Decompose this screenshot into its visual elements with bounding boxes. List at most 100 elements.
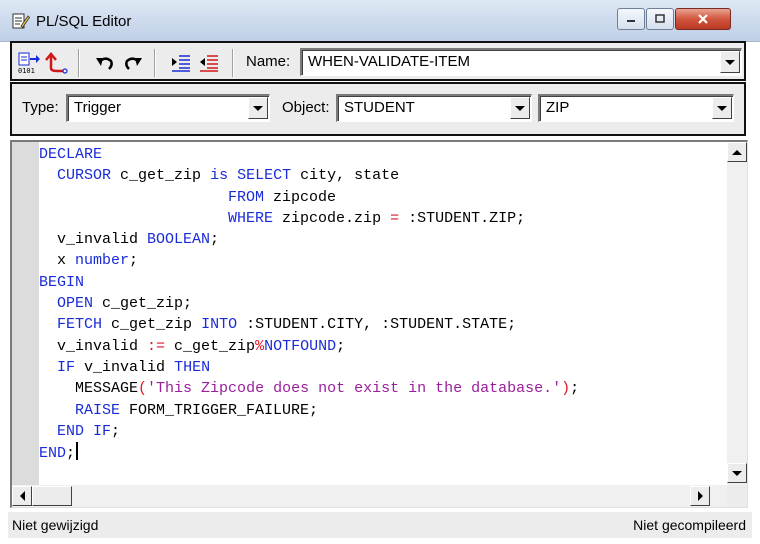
code-line[interactable]: CURSOR c_get_zip is SELECT city, state (39, 165, 727, 186)
title-bar[interactable]: PL/SQL Editor (0, 0, 760, 42)
modified-status: Niet gewijzigd (12, 517, 99, 533)
redo-button[interactable] (120, 51, 146, 75)
code-operator: ) (561, 380, 571, 398)
code-line[interactable]: FROM zipcode (39, 187, 727, 208)
code-keyword: is (210, 167, 229, 185)
code-text: MESSAGE (39, 380, 139, 398)
scroll-up-button[interactable] (727, 142, 747, 162)
code-keyword: IF (57, 358, 76, 376)
code-keyword: END IF (57, 422, 112, 440)
scroll-right-button[interactable] (690, 486, 710, 506)
scroll-down-button[interactable] (727, 463, 747, 483)
code-text: v_invalid (75, 358, 175, 376)
code-keyword: THEN (174, 358, 211, 376)
code-operator: = (390, 209, 400, 227)
undo-button[interactable] (92, 51, 118, 75)
code-keyword: INTO (201, 316, 238, 334)
code-text: city, state (291, 167, 400, 185)
code-text: ; (570, 380, 580, 398)
outdent-icon (200, 55, 218, 72)
chevron-down-icon (717, 105, 727, 111)
name-label: Name: (246, 53, 291, 70)
editor-toolbar: 0101 Name: WHEN-VALIDATE-ITEM (10, 41, 746, 81)
code-keyword: WHERE (228, 209, 274, 227)
code-keyword: END (39, 445, 67, 463)
code-line[interactable]: v_invalid := c_get_zip%NOTFOUND; (39, 336, 727, 357)
code-line[interactable]: IF v_invalid THEN (39, 357, 727, 378)
code-text: ; (336, 337, 346, 355)
maximize-button[interactable] (646, 8, 674, 30)
code-text: ; (129, 252, 139, 270)
name-dropdown-button[interactable] (720, 51, 740, 73)
status-bar: Niet gewijzigd Niet gecompileerd (8, 512, 752, 538)
revert-button[interactable] (44, 51, 70, 75)
minimize-button[interactable] (617, 8, 645, 30)
code-line[interactable]: x number; (39, 250, 727, 271)
compile-icon: 0101 (18, 52, 40, 74)
code-operator: ( (138, 380, 148, 398)
code-string: 'This Zipcode does not exist in the data… (147, 380, 562, 398)
code-line[interactable]: OPEN c_get_zip; (39, 293, 727, 314)
chevron-down-icon (725, 59, 735, 65)
horizontal-scroll-thumb[interactable] (32, 486, 72, 506)
code-line[interactable]: END IF; (39, 421, 727, 442)
type-combo[interactable]: Trigger (66, 94, 270, 122)
arrow-down-icon (732, 470, 742, 476)
indent-button[interactable] (168, 51, 194, 75)
type-dropdown-button[interactable] (248, 97, 268, 119)
object-combo[interactable]: STUDENT (336, 94, 532, 122)
revert-icon (45, 52, 68, 74)
code-line[interactable]: MESSAGE('This Zipcode does not exist in … (39, 378, 727, 399)
scroll-left-button[interactable] (12, 486, 32, 506)
code-line[interactable]: v_invalid BOOLEAN; (39, 229, 727, 250)
code-text: FORM_TRIGGER_FAILURE; (120, 401, 319, 419)
code-keyword: BEGIN (39, 273, 85, 291)
minimize-icon (627, 20, 635, 22)
maximize-icon (655, 14, 665, 23)
compile-button[interactable]: 0101 (16, 51, 42, 75)
code-keyword: DECLARE (39, 146, 103, 163)
name-value: WHEN-VALIDATE-ITEM (308, 53, 470, 70)
horizontal-scrollbar[interactable] (12, 485, 730, 507)
item-combo[interactable]: ZIP (538, 94, 734, 122)
vertical-scrollbar[interactable] (727, 142, 747, 485)
code-text-area[interactable]: DECLARE CURSOR c_get_zip is SELECT city,… (39, 144, 727, 484)
editor-gutter (12, 142, 39, 485)
code-line[interactable]: BEGIN (39, 272, 727, 293)
code-line[interactable]: DECLARE (39, 144, 727, 165)
arrow-up-icon (732, 149, 742, 155)
code-operator: := (147, 337, 166, 355)
item-value: ZIP (546, 99, 570, 116)
item-dropdown-button[interactable] (712, 97, 732, 119)
code-keyword: RAISE (75, 401, 121, 419)
code-keyword: BOOLEAN (147, 231, 211, 249)
code-keyword: SELECT (237, 167, 292, 185)
arrow-left-icon (19, 491, 25, 501)
object-dropdown-button[interactable] (510, 97, 530, 119)
editor-app-icon (12, 12, 31, 30)
type-value: Trigger (74, 99, 121, 116)
code-line[interactable]: END; (39, 442, 727, 463)
code-keyword: NOTFOUND (264, 337, 337, 355)
code-line[interactable]: FETCH c_get_zip INTO :STUDENT.CITY, :STU… (39, 314, 727, 335)
outdent-button[interactable] (196, 51, 222, 75)
arrow-right-icon (697, 491, 703, 501)
text-cursor (76, 442, 79, 461)
code-line[interactable]: RAISE FORM_TRIGGER_FAILURE; (39, 400, 727, 421)
close-button[interactable] (675, 8, 731, 30)
code-keyword: OPEN (57, 295, 94, 313)
code-line[interactable]: WHERE zipcode.zip = :STUDENT.ZIP; (39, 208, 727, 229)
name-combo[interactable]: WHEN-VALIDATE-ITEM (300, 48, 742, 76)
code-editor[interactable]: DECLARE CURSOR c_get_zip is SELECT city,… (10, 140, 748, 508)
svg-text:0101: 0101 (18, 67, 35, 74)
code-text: :STUDENT.CITY, :STUDENT.STATE; (237, 316, 517, 334)
code-keyword: CURSOR (57, 167, 112, 185)
indent-icon (172, 55, 190, 72)
